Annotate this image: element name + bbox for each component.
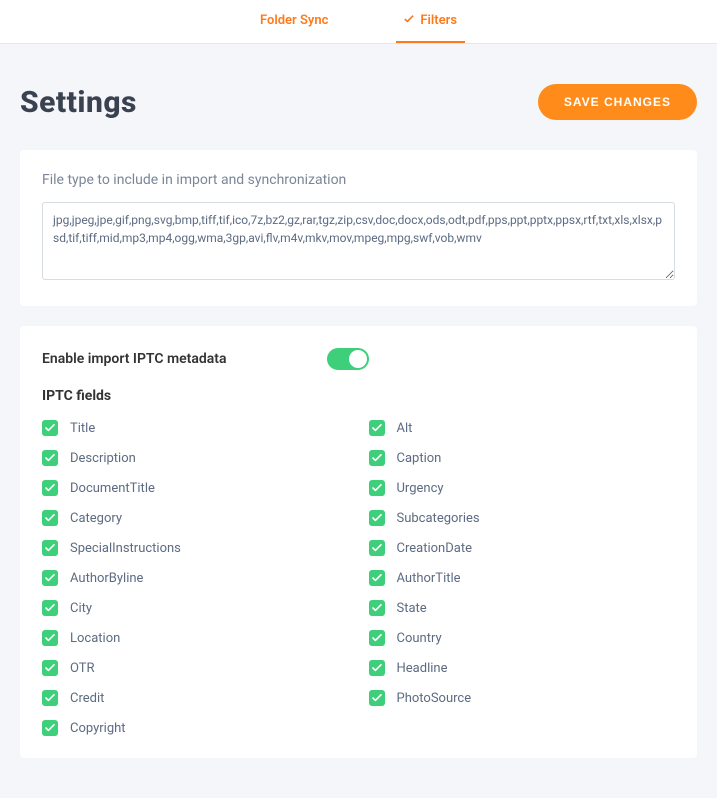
checkbox[interactable] [42, 510, 58, 526]
iptc-field-label: Credit [70, 691, 104, 706]
iptc-field-label: State [397, 601, 427, 616]
iptc-field-label: Headline [397, 661, 448, 676]
filetype-input[interactable] [42, 202, 675, 280]
iptc-field-label: PhotoSource [397, 691, 472, 706]
checkbox[interactable] [42, 600, 58, 616]
iptc-field-item: AuthorTitle [369, 570, 676, 586]
iptc-field-item: Headline [369, 660, 676, 676]
top-tabs: Folder Sync Filters [0, 0, 717, 44]
iptc-field-label: CreationDate [397, 541, 472, 556]
iptc-field-label: Location [70, 631, 120, 646]
iptc-field-label: Urgency [397, 481, 444, 496]
iptc-field-item: Country [369, 630, 676, 646]
checkbox[interactable] [369, 480, 385, 496]
iptc-field-item: PhotoSource [369, 690, 676, 706]
iptc-field-item: State [369, 600, 676, 616]
iptc-field-label: AuthorByline [70, 571, 143, 586]
page-title: Settings [20, 85, 137, 120]
iptc-field-label: Title [70, 421, 95, 436]
iptc-toggle[interactable] [327, 348, 369, 370]
tab-label: Folder Sync [260, 13, 328, 28]
iptc-field-item: Urgency [369, 480, 676, 496]
checkbox[interactable] [369, 600, 385, 616]
iptc-field-item: OTR [42, 660, 349, 676]
iptc-field-item: City [42, 600, 349, 616]
iptc-field-item: CreationDate [369, 540, 676, 556]
iptc-field-label: Alt [397, 421, 413, 436]
iptc-field-label: Category [70, 511, 122, 526]
iptc-field-item: Subcategories [369, 510, 676, 526]
iptc-field-item: Alt [369, 420, 676, 436]
iptc-field-label: SpecialInstructions [70, 541, 181, 556]
iptc-field-item: AuthorByline [42, 570, 349, 586]
iptc-field-item: Category [42, 510, 349, 526]
checkbox[interactable] [369, 660, 385, 676]
tab-filters[interactable]: Filters [396, 0, 465, 43]
iptc-section-title: IPTC fields [42, 388, 675, 404]
checkbox[interactable] [42, 450, 58, 466]
checkbox[interactable] [42, 420, 58, 436]
iptc-field-item: Location [42, 630, 349, 646]
tab-folder-sync[interactable]: Folder Sync [252, 0, 336, 43]
tab-label: Filters [420, 13, 457, 28]
iptc-field-item: DocumentTitle [42, 480, 349, 496]
iptc-field-label: Caption [397, 451, 442, 466]
iptc-field-item: Caption [369, 450, 676, 466]
checkbox[interactable] [42, 630, 58, 646]
iptc-fields-grid: Title Description DocumentTitle Category Spe… [42, 420, 675, 736]
checkbox[interactable] [369, 450, 385, 466]
checkbox[interactable] [42, 720, 58, 736]
save-button[interactable]: SAVE CHANGES [538, 84, 697, 120]
iptc-field-label: Description [70, 451, 136, 466]
checkbox[interactable] [369, 690, 385, 706]
check-icon [404, 13, 414, 28]
checkbox[interactable] [42, 690, 58, 706]
iptc-toggle-label: Enable import IPTC metadata [42, 351, 227, 367]
iptc-field-label: DocumentTitle [70, 481, 155, 496]
checkbox[interactable] [369, 510, 385, 526]
iptc-field-item: Title [42, 420, 349, 436]
iptc-field-label: AuthorTitle [397, 571, 461, 586]
page-header: Settings SAVE CHANGES [20, 84, 697, 120]
iptc-field-item: Credit [42, 690, 349, 706]
iptc-field-label: Subcategories [397, 511, 480, 526]
filetype-card: File type to include in import and synch… [20, 150, 697, 306]
iptc-field-label: City [70, 601, 92, 616]
checkbox[interactable] [42, 540, 58, 556]
toggle-knob [349, 350, 367, 368]
checkbox[interactable] [42, 480, 58, 496]
checkbox[interactable] [42, 660, 58, 676]
checkbox[interactable] [42, 570, 58, 586]
filetype-label: File type to include in import and synch… [42, 172, 675, 188]
checkbox[interactable] [369, 570, 385, 586]
iptc-field-item: Description [42, 450, 349, 466]
iptc-field-label: Country [397, 631, 442, 646]
checkbox[interactable] [369, 630, 385, 646]
checkbox[interactable] [369, 420, 385, 436]
iptc-field-label: Copyright [70, 721, 126, 736]
checkbox[interactable] [369, 540, 385, 556]
iptc-card: Enable import IPTC metadata IPTC fields … [20, 326, 697, 758]
iptc-field-label: OTR [70, 661, 95, 676]
iptc-field-item: Copyright [42, 720, 349, 736]
iptc-field-item: SpecialInstructions [42, 540, 349, 556]
